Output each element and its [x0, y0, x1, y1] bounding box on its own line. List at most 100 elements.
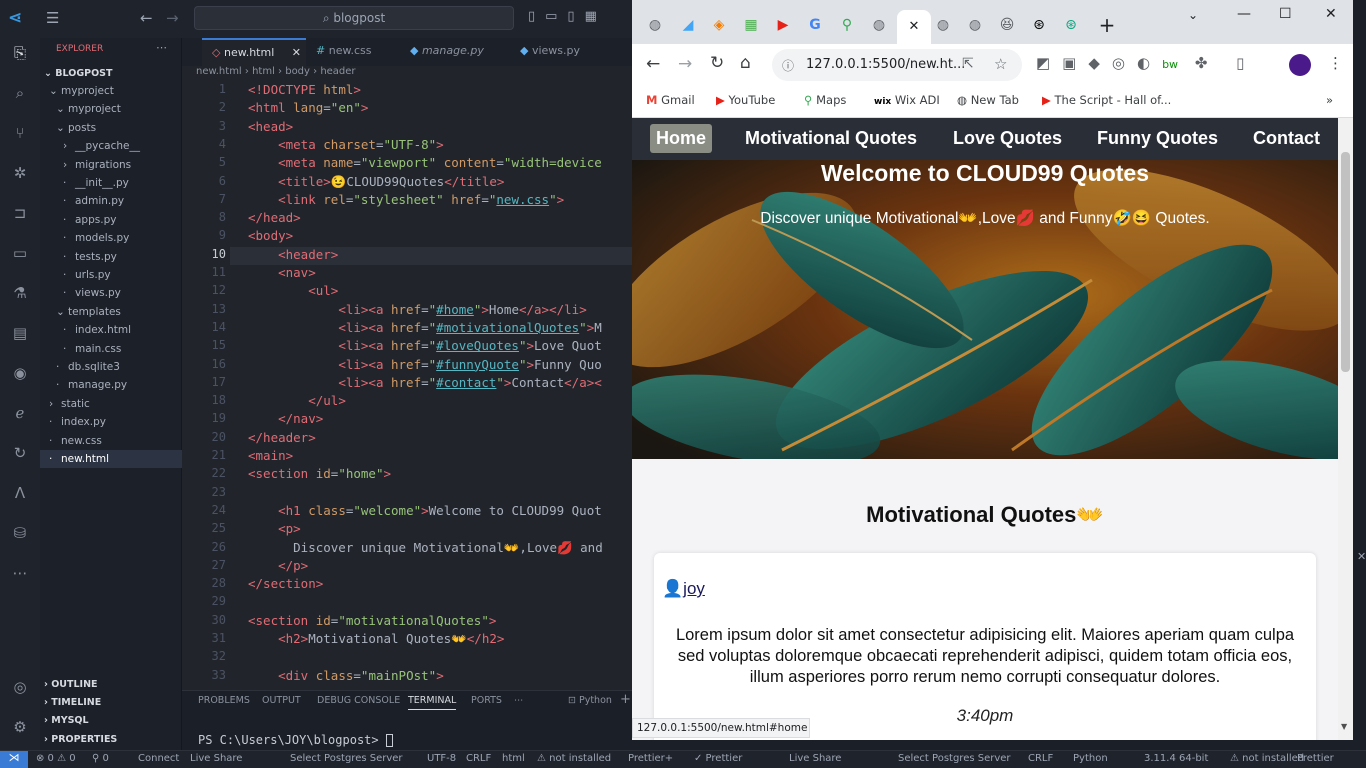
code-line[interactable]: <link rel="stylesheet" href="new.css"> [248, 192, 632, 210]
code-line[interactable]: </header> [248, 430, 632, 448]
section-outline[interactable]: › OUTLINE [44, 679, 98, 690]
edge-icon[interactable]: ℯ [0, 404, 40, 422]
code-line[interactable] [248, 485, 632, 503]
home-icon[interactable]: ⌂ [740, 53, 751, 73]
terminal-prompt[interactable]: PS C:\Users\JOY\blogpost> [198, 733, 393, 747]
scroll-down-arrow-icon[interactable]: ▼ [1341, 722, 1347, 731]
back-arrow-icon[interactable]: ← [140, 9, 153, 27]
code-line[interactable]: <title>😉CLOUD99Quotes</title> [248, 174, 632, 192]
bookmark-the-script[interactable]: ▶ The Script - Hall of... [1042, 93, 1171, 107]
status-item[interactable]: CRLF [1028, 753, 1053, 764]
code-line[interactable]: <li><a href="#motivationalQuotes">M [248, 320, 632, 338]
tab-views-py[interactable]: ◆ views.py [510, 38, 610, 66]
url-text[interactable]: 127.0.0.1:5500/new.ht... [806, 57, 965, 72]
status-item[interactable]: ⊗ 0 ⚠ 0 [36, 753, 76, 764]
code-line[interactable]: <h1 class="welcome">Welcome to CLOUD99 Q… [248, 503, 632, 521]
code-line[interactable]: <li><a href="#loveQuotes">Love Quot [248, 338, 632, 356]
tree-item[interactable]: · tests.py [40, 248, 182, 266]
command-center-search[interactable]: ⌕ blogpost [194, 6, 514, 30]
flutter-tab-icon[interactable]: ◢ [675, 12, 701, 38]
close-icon[interactable]: ✕ [909, 19, 920, 34]
browser-menu-icon[interactable]: ⋮ [1328, 54, 1343, 72]
panel-more-icon[interactable]: ⋯ [514, 695, 524, 706]
microsoft-tab-icon[interactable]: ▦ [738, 12, 764, 38]
status-item[interactable]: UTF-8 [427, 753, 456, 764]
tree-item[interactable]: · new.css [40, 432, 182, 450]
nav-contact[interactable]: Contact [1247, 124, 1326, 153]
tree-item[interactable]: · admin.py [40, 192, 182, 210]
code-line[interactable]: </section> [248, 576, 632, 594]
nav-funny-quotes[interactable]: Funny Quotes [1091, 124, 1224, 153]
code-line[interactable]: <meta name="viewport" content="width=dev… [248, 155, 632, 173]
code-line[interactable]: <meta charset="UTF-8"> [248, 137, 632, 155]
code-line[interactable]: <section id="motivationalQuotes"> [248, 613, 632, 631]
globe-tab-icon[interactable]: ◍ [930, 12, 956, 38]
tree-item[interactable]: › migrations [40, 156, 182, 174]
code-line[interactable]: <!DOCTYPE html> [248, 82, 632, 100]
star-icon[interactable]: ☆ [994, 55, 1007, 73]
forward-icon[interactable]: → [678, 54, 692, 74]
explorer-icon[interactable]: ⎘ [0, 44, 40, 62]
azure-icon[interactable]: Λ [0, 484, 40, 502]
tab-search-chevron-icon[interactable]: ⌄ [1188, 8, 1198, 22]
status-item[interactable]: CRLF [466, 753, 491, 764]
panel-tab-terminal[interactable]: TERMINAL [408, 695, 457, 710]
status-item[interactable]: Live Share [190, 753, 242, 764]
status-item[interactable]: 3.11.4 64-bit [1144, 753, 1208, 764]
close-window-button[interactable]: ✕ [1325, 6, 1337, 22]
code-line[interactable]: <div class="mainPOst"> [248, 668, 632, 686]
address-bar[interactable]: ⓘ 127.0.0.1:5500/new.ht... ⇱ ☆ [772, 49, 1022, 81]
emoji-tab-icon[interactable]: 😆 [994, 12, 1020, 38]
minimize-button[interactable]: — [1237, 6, 1251, 22]
share-icon[interactable]: ⇱ [962, 56, 974, 72]
nav-love-quotes[interactable]: Love Quotes [947, 124, 1068, 153]
project-header[interactable]: ⌄ BLOGPOST [44, 68, 112, 79]
tab-new-css[interactable]: # new.css [306, 38, 400, 66]
code-line[interactable]: <li><a href="#funnyQuote">Funny Quo [248, 357, 632, 375]
bookmarks-overflow-icon[interactable]: » [1326, 93, 1333, 107]
status-item[interactable]: ⚠ not installed [537, 753, 611, 764]
flask-icon[interactable]: ⚗ [0, 284, 40, 302]
github-icon[interactable]: ◉ [0, 364, 40, 382]
bookmark-youtube[interactable]: ▶ YouTube [716, 93, 775, 107]
code-line[interactable]: </head> [248, 210, 632, 228]
status-item[interactable]: Prettier [1297, 753, 1334, 764]
scrollbar-thumb[interactable] [1341, 152, 1350, 372]
youtube-tab-icon[interactable]: ▶ [770, 12, 796, 38]
bookmark-new-tab[interactable]: ◍ New Tab [957, 93, 1019, 107]
chatgpt-tab-icon[interactable]: ⊛ [1058, 12, 1084, 38]
remote-indicator-icon[interactable]: ⋊ [0, 751, 28, 768]
tree-item[interactable]: › __pycache__ [40, 137, 182, 155]
globe-tab-icon[interactable]: ◍ [866, 12, 892, 38]
google-tab-icon[interactable]: G [802, 12, 828, 38]
code-line[interactable]: <ul> [248, 283, 632, 301]
status-item[interactable]: html [502, 753, 525, 764]
status-item[interactable]: Select Postgres Server [898, 753, 1011, 764]
tree-item[interactable]: ⌄ templates [40, 303, 182, 321]
status-item[interactable]: Python [1073, 753, 1108, 764]
code-line[interactable]: <head> [248, 119, 632, 137]
tree-item[interactable]: · apps.py [40, 211, 182, 229]
breadcrumb-item[interactable]: body [285, 66, 310, 77]
status-item[interactable]: Connect [138, 753, 179, 764]
tree-item[interactable]: · db.sqlite3 [40, 358, 182, 376]
panel-tab-ports[interactable]: PORTS [471, 695, 502, 706]
diamond-tab-icon[interactable]: ◈ [706, 12, 732, 38]
more-icon[interactable]: ⋯ [0, 564, 40, 582]
section-properties[interactable]: › PROPERTIES [44, 734, 117, 745]
code-line[interactable]: <body> [248, 228, 632, 246]
status-item[interactable]: Prettier+ [628, 753, 673, 764]
code-line[interactable]: <p> [248, 521, 632, 539]
code-line[interactable] [248, 649, 632, 667]
tree-item[interactable]: · main.css [40, 340, 182, 358]
author-name[interactable]: joy [683, 579, 705, 598]
code-line[interactable]: <li><a href="#contact">Contact</a>< [248, 375, 632, 393]
tab-manage-py[interactable]: ◆ manage.py [400, 38, 510, 66]
remote-icon[interactable]: ⊐ [0, 204, 40, 222]
bookmark-maps[interactable]: ⚲ Maps [804, 93, 846, 107]
code-line[interactable] [248, 594, 632, 612]
settings-gear-icon[interactable]: ⚙ [0, 718, 40, 736]
code-line[interactable]: <html lang="en"> [248, 100, 632, 118]
author-link[interactable]: 👤joy [662, 579, 705, 599]
tree-item[interactable]: ⌄ myproject [40, 82, 182, 100]
